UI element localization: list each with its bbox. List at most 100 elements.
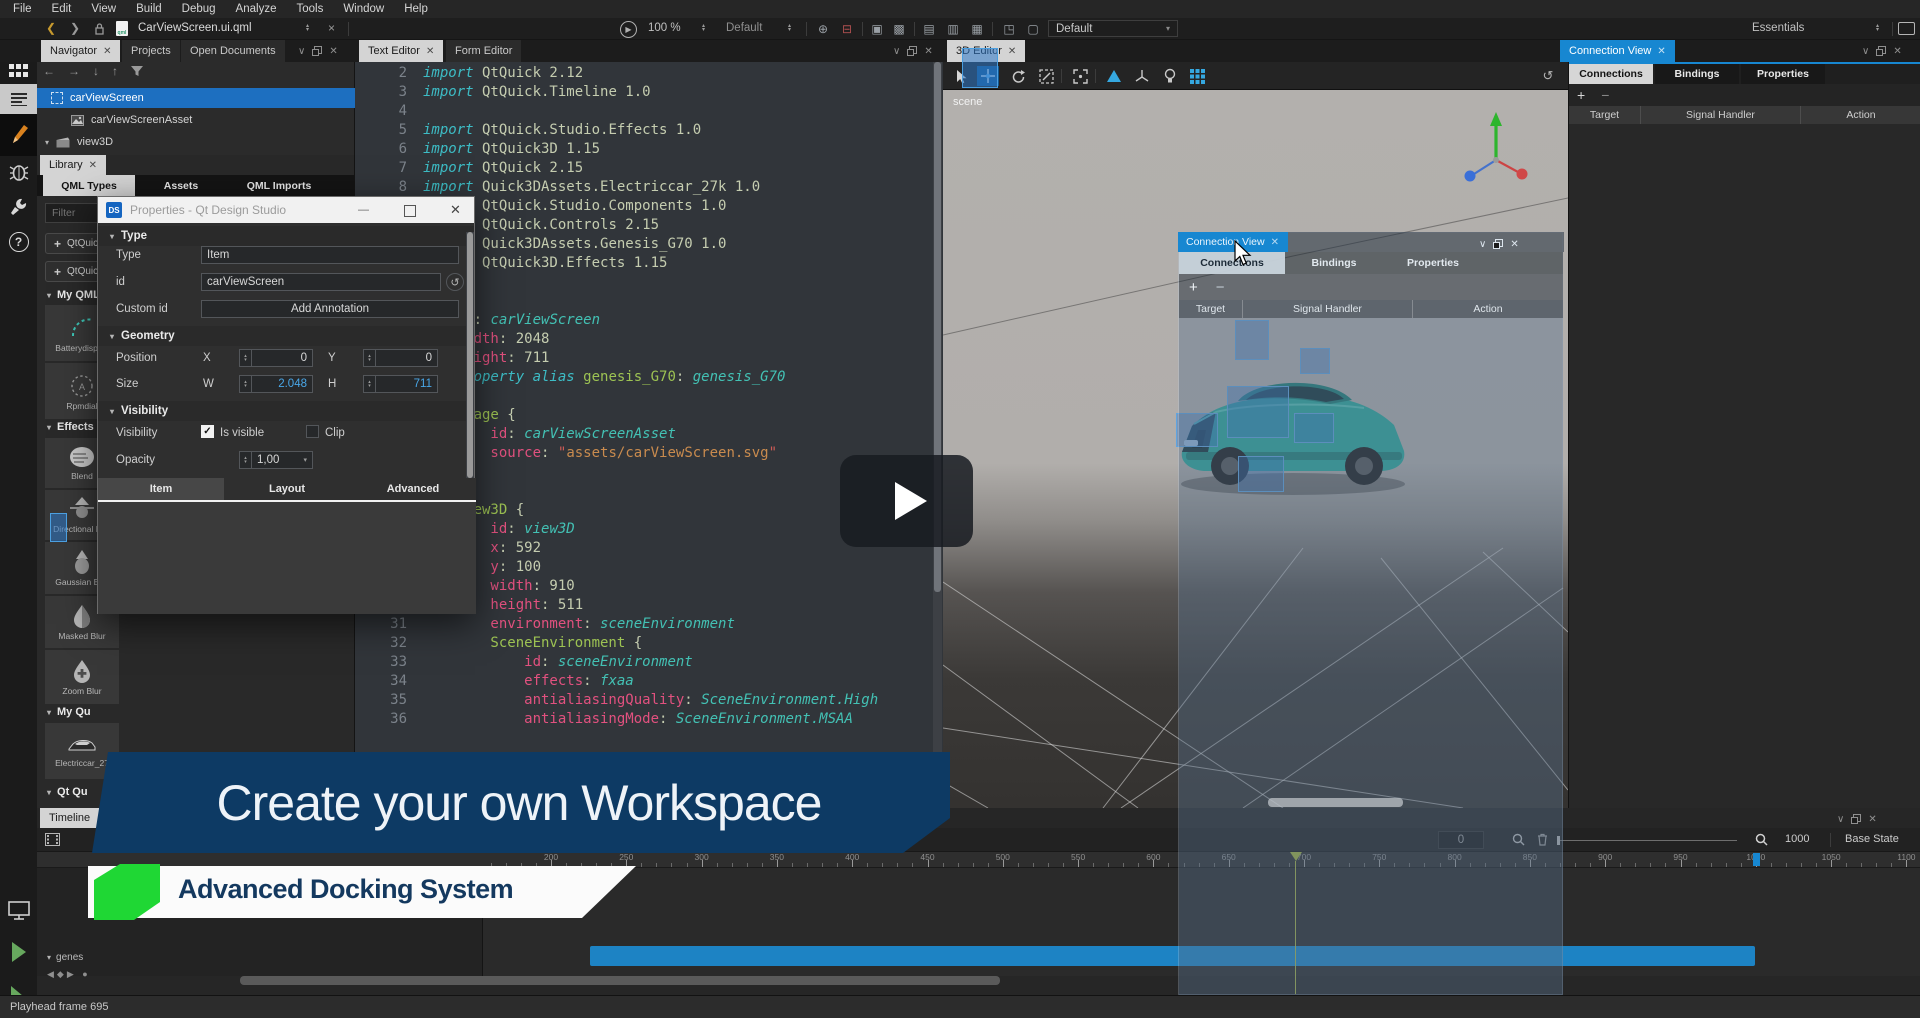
code-line[interactable]: 32 SceneEnvironment { [355,634,878,653]
tab-assets[interactable]: Assets [137,175,225,196]
export-icon[interactable]: ◳ [1000,22,1018,36]
reset-view-icon[interactable]: ↺ [1537,66,1559,86]
properties-scrollbar[interactable] [466,232,474,478]
section-my-quick3d[interactable]: ▾My Qu [47,706,91,718]
rotate-tool-icon[interactable] [1007,66,1029,86]
scale-tool-icon[interactable] [1035,66,1057,86]
tab-bindings[interactable]: Bindings [1655,64,1739,84]
code-line[interactable]: 33 id: sceneEnvironment [355,653,878,672]
menu-help[interactable]: Help [395,3,437,15]
move-left-icon[interactable]: ← [43,64,55,78]
tab-navigator[interactable]: Navigator✕ [41,40,120,62]
axis-gizmo-icon[interactable] [1448,108,1540,186]
filter-funnel-icon[interactable] [131,66,143,77]
menu-build[interactable]: Build [127,3,171,15]
tab-bindings[interactable]: Bindings [1285,252,1383,274]
end-frame-field[interactable]: 1000 [1785,833,1809,845]
move-down-icon[interactable]: ↓ [93,64,99,78]
editor-panel-controls[interactable]: ∨✕ [893,40,933,62]
zoom-stepper-icon[interactable]: ▴▾ [702,24,705,32]
section-visibility[interactable]: ▾Visibility [98,401,474,421]
timeline-zoom-slider[interactable] [1559,840,1737,841]
keyframe-transport-controls[interactable]: ◀◆▶ ● [47,969,91,980]
theme-selector[interactable]: Default▾ [1048,20,1178,37]
menu-tools[interactable]: Tools [287,3,332,15]
tab-connection-view-floating[interactable]: Connection View✕ [1178,232,1288,252]
x-field[interactable]: 0 [251,349,313,367]
timeline-settings-icon[interactable] [45,833,60,846]
edit-box-icon[interactable]: ▢ [1024,22,1042,36]
timeline-panel-controls[interactable]: ∨✕ [1837,808,1877,830]
fit-selected-icon[interactable] [1069,66,1091,86]
tab-library[interactable]: Library✕ [40,155,106,175]
feedback-bubble-icon[interactable] [1898,22,1915,35]
menu-window[interactable]: Window [334,3,393,15]
end-frame-marker[interactable] [1753,853,1760,866]
properties-window-titlebar[interactable]: DS Properties - Qt Design Studio — ✕ [98,197,474,223]
timeline-ruler[interactable]: 2002503003504004505005506006507007508008… [37,852,1920,868]
tab-open-documents[interactable]: Open Documents [181,40,285,62]
column-target[interactable]: Target [1569,106,1641,124]
connection-panel-controls[interactable]: ∨✕ [1862,40,1902,62]
w-field[interactable]: 2.048 [251,375,313,393]
grid-toggle-icon[interactable] [1186,66,1208,86]
run-target-monitor-icon[interactable] [0,898,37,924]
scene-node-label[interactable]: scene [953,96,982,108]
debug-mode-bug-icon[interactable] [0,158,37,186]
zoom-in-icon[interactable] [1755,833,1768,846]
menu-file[interactable]: File [4,3,41,15]
timeline-track-bar[interactable] [590,946,1755,966]
kit-selector[interactable]: Essentials [1752,22,1804,34]
code-line[interactable]: 35 antialiasingQuality: SceneEnvironment… [355,691,878,710]
clip-checkbox[interactable] [306,425,319,438]
tab-projects[interactable]: Projects [122,40,180,62]
code-line[interactable]: 6import QtQuick3D 1.15 [355,140,878,159]
footer-tab-layout[interactable]: Layout [224,478,350,500]
camera-perspective-icon[interactable] [1103,66,1125,86]
column-target[interactable]: Target [1179,300,1243,318]
close-icon[interactable]: ✕ [450,202,461,218]
record-frame-icon[interactable]: ⊟ [838,22,856,36]
tab-qml-imports[interactable]: QML Imports [227,175,331,196]
menu-view[interactable]: View [82,3,125,15]
code-line[interactable]: 2import QtQuick 2.12 [355,64,878,83]
help-icon[interactable]: ? [0,228,37,256]
grid-view-icon[interactable]: ▦ [968,22,986,36]
forward-icon[interactable]: ❯ [70,21,80,35]
run-button[interactable] [0,938,37,966]
menu-edit[interactable]: Edit [43,3,81,15]
connections-table-body[interactable] [1569,124,1920,808]
document-selector[interactable]: CarViewScreen.ui.qml [138,22,252,34]
id-field[interactable]: carViewScreen [201,273,441,291]
type-field[interactable]: Item [201,246,459,264]
tab-text-editor[interactable]: Text Editor✕ [359,40,443,62]
tab-qml-types[interactable]: QML Types [43,175,135,196]
track-genesis[interactable]: ▾genes [47,952,83,963]
tab-properties[interactable]: Properties [1741,64,1825,84]
tab-form-editor[interactable]: Form Editor [446,40,521,62]
style-stepper-icon[interactable]: ▴▾ [788,24,791,32]
tab-timeline[interactable]: Timeline [40,808,99,828]
apps-grid-icon[interactable] [0,62,37,80]
expand-caret-icon[interactable]: ▾ [45,138,49,147]
footer-tab-advanced[interactable]: Advanced [350,478,476,500]
close-icon[interactable]: ✕ [1657,46,1665,57]
menu-analyze[interactable]: Analyze [227,3,286,15]
section-qt-quick[interactable]: ▾Qt Qu [47,786,88,798]
navigator-item-carviewscreenasset[interactable]: carViewScreenAsset [37,110,355,130]
opacity-field[interactable]: 1,00▾ [251,451,313,469]
add-annotation-button[interactable]: Add Annotation [201,300,459,318]
column-action[interactable]: Action [1801,106,1920,124]
code-line[interactable]: 7import QtQuick 2.15 [355,159,878,178]
edit-light-bulb-icon[interactable] [1159,66,1181,86]
welcome-mode-icon[interactable] [0,84,37,114]
floating-titlebar[interactable] [1288,232,1564,252]
add-connection-button[interactable]: + [1577,87,1585,103]
tab-connections[interactable]: Connections [1569,64,1653,84]
navigator-item-view3d[interactable]: ▾ view3D [37,132,355,152]
close-icon[interactable]: ✕ [1008,46,1016,57]
kit-stepper-icon[interactable]: ▴▾ [1876,24,1879,32]
y-field[interactable]: 0 [375,349,438,367]
code-line[interactable]: 34 effects: fxaa [355,672,878,691]
section-my-qml[interactable]: ▾My QML [47,289,100,301]
